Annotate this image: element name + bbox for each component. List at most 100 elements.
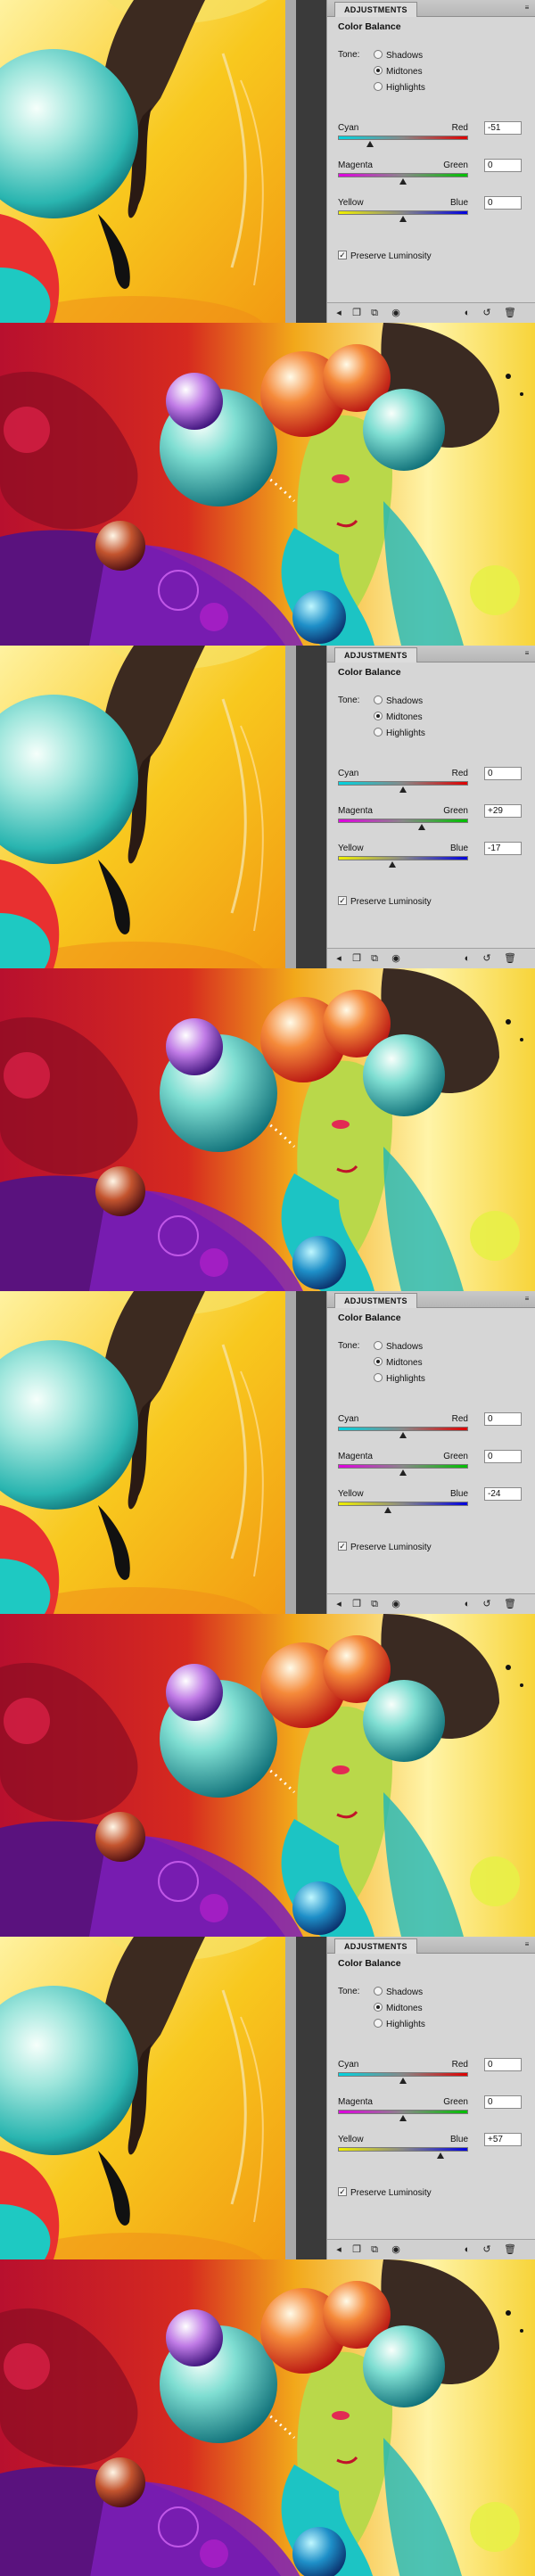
delete-icon[interactable]: 🗑 (504, 2243, 516, 2256)
view-previous-icon[interactable]: ◐ (461, 307, 473, 319)
radio-icon[interactable] (374, 695, 383, 705)
visibility-eye-icon[interactable]: ◉ (390, 307, 402, 319)
yellow-blue-slider[interactable] (338, 856, 468, 860)
view-previous-icon[interactable]: ◐ (461, 2243, 473, 2256)
magenta-green-value-field[interactable] (484, 159, 522, 172)
cyan-red-value-field[interactable] (484, 1412, 522, 1426)
panel-menu-icon[interactable]: ≡ (523, 1295, 531, 1304)
view-previous-icon[interactable]: ◐ (461, 1598, 473, 1610)
yellow-blue-slider-thumb[interactable] (388, 861, 396, 868)
yellow-blue-value-field[interactable] (484, 2133, 522, 2146)
tone-option-shadows[interactable]: Shadows (374, 695, 423, 708)
yellow-blue-value-field[interactable] (484, 1487, 522, 1501)
yellow-blue-slider[interactable] (338, 1502, 468, 1506)
magenta-green-slider-thumb[interactable] (418, 824, 426, 830)
magenta-green-slider[interactable] (338, 1464, 468, 1469)
tone-option-highlights[interactable]: Highlights (374, 82, 425, 95)
tone-option-shadows[interactable]: Shadows (374, 1987, 423, 1999)
tone-option-midtones[interactable]: Midtones (374, 2003, 423, 2015)
return-to-list-icon[interactable]: ◂ (333, 1598, 345, 1610)
cyan-red-value-field[interactable] (484, 2058, 522, 2071)
tone-option-midtones[interactable]: Midtones (374, 712, 423, 724)
magenta-green-value-field[interactable] (484, 1450, 522, 1463)
magenta-green-slider[interactable] (338, 819, 468, 823)
cyan-red-slider-thumb[interactable] (399, 2078, 407, 2084)
radio-icon[interactable] (374, 1987, 383, 1996)
view-previous-icon[interactable]: ◐ (461, 952, 473, 965)
cyan-red-value-field[interactable] (484, 767, 522, 780)
adjustments-tab[interactable]: ADJUSTMENTS (334, 647, 417, 663)
cyan-red-slider-thumb[interactable] (399, 786, 407, 793)
preserve-luminosity-checkbox[interactable]: ✓ Preserve Luminosity (338, 251, 432, 261)
preserve-luminosity-checkbox[interactable]: ✓ Preserve Luminosity (338, 2187, 432, 2198)
tone-option-shadows[interactable]: Shadows (374, 1341, 423, 1354)
reset-icon[interactable]: ↺ (481, 952, 493, 965)
checkbox-icon[interactable]: ✓ (338, 896, 347, 906)
tone-option-highlights[interactable]: Highlights (374, 1373, 425, 1386)
yellow-blue-slider-thumb[interactable] (399, 216, 407, 222)
panel-menu-icon[interactable]: ≡ (523, 4, 531, 12)
cyan-red-slider[interactable] (338, 1427, 468, 1431)
radio-icon[interactable] (374, 2019, 383, 2029)
delete-icon[interactable]: 🗑 (504, 1598, 516, 1610)
cyan-red-slider-thumb[interactable] (399, 1432, 407, 1438)
yellow-blue-slider[interactable] (338, 210, 468, 215)
yellow-blue-slider[interactable] (338, 2147, 468, 2152)
clip-to-layer-icon[interactable]: ⧉ (368, 1598, 381, 1610)
delete-icon[interactable]: 🗑 (504, 307, 516, 319)
preserve-luminosity-checkbox[interactable]: ✓ Preserve Luminosity (338, 1542, 432, 1552)
magenta-green-slider[interactable] (338, 2110, 468, 2114)
visibility-eye-icon[interactable]: ◉ (390, 952, 402, 965)
return-to-list-icon[interactable]: ◂ (333, 307, 345, 319)
new-layer-icon[interactable]: ❐ (350, 1598, 363, 1610)
tone-option-shadows[interactable]: Shadows (374, 50, 423, 62)
radio-icon[interactable] (374, 1357, 383, 1367)
adjustments-tab[interactable]: ADJUSTMENTS (334, 1938, 417, 1954)
radio-icon[interactable] (374, 66, 383, 76)
yellow-blue-slider-thumb[interactable] (436, 2152, 444, 2159)
reset-icon[interactable]: ↺ (481, 1598, 493, 1610)
magenta-green-slider[interactable] (338, 173, 468, 177)
clip-to-layer-icon[interactable]: ⧉ (368, 307, 381, 319)
radio-icon[interactable] (374, 1341, 383, 1351)
panel-menu-icon[interactable]: ≡ (523, 649, 531, 658)
yellow-blue-slider-thumb[interactable] (383, 1507, 391, 1513)
radio-icon[interactable] (374, 2003, 383, 2012)
tone-option-highlights[interactable]: Highlights (374, 2019, 425, 2031)
cyan-red-value-field[interactable] (484, 121, 522, 135)
magenta-green-value-field[interactable] (484, 804, 522, 818)
visibility-eye-icon[interactable]: ◉ (390, 2243, 402, 2256)
clip-to-layer-icon[interactable]: ⧉ (368, 952, 381, 965)
adjustments-tab[interactable]: ADJUSTMENTS (334, 1293, 417, 1308)
magenta-green-slider-thumb[interactable] (399, 178, 407, 185)
magenta-green-slider-thumb[interactable] (399, 1469, 407, 1476)
yellow-blue-value-field[interactable] (484, 842, 522, 855)
tone-option-midtones[interactable]: Midtones (374, 1357, 423, 1370)
radio-icon[interactable] (374, 1373, 383, 1383)
preserve-luminosity-checkbox[interactable]: ✓ Preserve Luminosity (338, 896, 432, 907)
reset-icon[interactable]: ↺ (481, 307, 493, 319)
clip-to-layer-icon[interactable]: ⧉ (368, 2243, 381, 2256)
radio-icon[interactable] (374, 728, 383, 737)
radio-icon[interactable] (374, 712, 383, 721)
yellow-blue-value-field[interactable] (484, 196, 522, 210)
radio-icon[interactable] (374, 82, 383, 92)
magenta-green-slider-thumb[interactable] (399, 2115, 407, 2121)
delete-icon[interactable]: 🗑 (504, 952, 516, 965)
panel-menu-icon[interactable]: ≡ (523, 1940, 531, 1949)
new-layer-icon[interactable]: ❐ (350, 952, 363, 965)
return-to-list-icon[interactable]: ◂ (333, 2243, 345, 2256)
checkbox-icon[interactable]: ✓ (338, 251, 347, 260)
new-layer-icon[interactable]: ❐ (350, 307, 363, 319)
adjustments-tab[interactable]: ADJUSTMENTS (334, 2, 417, 17)
return-to-list-icon[interactable]: ◂ (333, 952, 345, 965)
cyan-red-slider[interactable] (338, 781, 468, 786)
magenta-green-value-field[interactable] (484, 2095, 522, 2109)
new-layer-icon[interactable]: ❐ (350, 2243, 363, 2256)
tone-option-highlights[interactable]: Highlights (374, 728, 425, 740)
radio-icon[interactable] (374, 50, 383, 60)
checkbox-icon[interactable]: ✓ (338, 2187, 347, 2197)
tone-option-midtones[interactable]: Midtones (374, 66, 423, 78)
reset-icon[interactable]: ↺ (481, 2243, 493, 2256)
cyan-red-slider-thumb[interactable] (366, 141, 374, 147)
